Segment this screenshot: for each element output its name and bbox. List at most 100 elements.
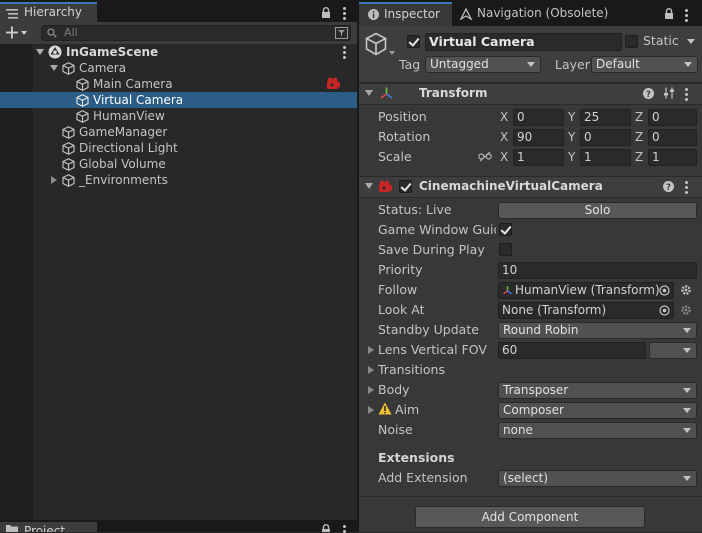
- help-icon[interactable]: ?: [663, 181, 674, 192]
- gameobject-cube-icon: [76, 78, 89, 91]
- scale-x-field[interactable]: 1: [513, 149, 564, 166]
- inspector-tab-label: Inspector: [384, 7, 440, 21]
- scale-z-field[interactable]: 1: [648, 149, 697, 166]
- game-window-guides-checkbox[interactable]: [499, 223, 512, 236]
- help-icon[interactable]: ?: [643, 88, 654, 99]
- fold-right-icon[interactable]: [368, 406, 374, 414]
- axis-z-label: Z: [635, 110, 644, 124]
- hierarchy-item-global-volume[interactable]: Global Volume: [0, 156, 357, 172]
- gameobject-cube-icon: [62, 174, 75, 187]
- fold-down-icon[interactable]: [365, 90, 373, 96]
- fold-down-icon[interactable]: [36, 49, 44, 55]
- create-plus-icon[interactable]: [6, 26, 28, 39]
- chevron-down-icon: [683, 428, 691, 433]
- axis-x-label: X: [500, 110, 509, 124]
- object-picker-icon[interactable]: [659, 285, 670, 296]
- fold-down-icon[interactable]: [365, 183, 373, 189]
- hierarchy-item-virtual-camera[interactable]: Virtual Camera: [0, 92, 357, 108]
- hierarchy-item-main-camera[interactable]: Main Camera: [0, 76, 357, 92]
- solo-button[interactable]: Solo: [498, 202, 697, 219]
- object-picker-icon[interactable]: [659, 305, 670, 316]
- cinemachine-header[interactable]: CinemachineVirtualCamera ?: [359, 176, 702, 198]
- fold-right-icon[interactable]: [368, 366, 374, 374]
- fold-right-icon[interactable]: [51, 176, 57, 184]
- chevron-down-icon: [684, 62, 692, 67]
- priority-field[interactable]: 10: [498, 262, 697, 279]
- svg-text:?: ?: [646, 90, 651, 99]
- hierarchy-item-label: Camera: [79, 61, 127, 75]
- static-dropdown-arrow[interactable]: [687, 39, 695, 44]
- presets-sliders-icon[interactable]: [663, 87, 675, 99]
- active-checkbox[interactable]: [407, 35, 420, 48]
- gear-icon[interactable]: [680, 284, 692, 296]
- status-label: Status: Live: [378, 202, 452, 217]
- body-dropdown[interactable]: Transposer: [498, 382, 697, 399]
- layer-dropdown[interactable]: Default: [591, 56, 698, 73]
- lock-icon[interactable]: [321, 7, 331, 18]
- save-during-play-checkbox[interactable]: [499, 243, 512, 256]
- hierarchy-item-camera[interactable]: Camera: [0, 60, 357, 76]
- hierarchy-item-humanview[interactable]: HumanView: [0, 108, 357, 124]
- gameobject-cube-icon: [62, 158, 75, 171]
- follow-field[interactable]: HumanView (Transform): [498, 282, 674, 299]
- hierarchy-menu-icon[interactable]: [343, 7, 346, 22]
- hierarchy-item-environments[interactable]: _Environments: [0, 172, 357, 188]
- position-y-field[interactable]: 25: [580, 109, 631, 126]
- lock-icon[interactable]: [664, 8, 674, 19]
- add-component-button[interactable]: Add Component: [415, 506, 645, 528]
- tab-project[interactable]: Project: [0, 522, 97, 532]
- tab-hierarchy[interactable]: Hierarchy: [0, 2, 97, 22]
- hierarchy-search-input[interactable]: All: [41, 25, 351, 41]
- scale-y-field[interactable]: 1: [580, 149, 631, 166]
- position-z-field[interactable]: 0: [648, 109, 697, 126]
- axis-z-label: Z: [635, 130, 644, 144]
- fold-right-icon[interactable]: [368, 346, 374, 354]
- link-broken-icon[interactable]: [478, 151, 492, 162]
- inspector-menu-icon[interactable]: [685, 9, 688, 24]
- scene-menu-icon[interactable]: [343, 46, 346, 61]
- position-x-field[interactable]: 0: [513, 109, 564, 126]
- add-extension-dropdown[interactable]: (select): [498, 470, 697, 487]
- section-divider: [359, 496, 702, 497]
- fold-down-icon[interactable]: [50, 65, 58, 71]
- rotation-x-field[interactable]: 90: [513, 129, 564, 146]
- axis-y-label: Y: [568, 150, 576, 164]
- axis-y-label: Y: [568, 130, 576, 144]
- follow-label: Follow: [378, 282, 418, 297]
- scene-name: InGameScene: [66, 45, 159, 59]
- gameobject-cube-icon: [62, 62, 75, 75]
- navigation-tab-label: Navigation (Obsolete): [477, 6, 609, 20]
- component-menu-icon[interactable]: [685, 88, 688, 103]
- object-name-input[interactable]: Virtual Camera: [425, 33, 622, 51]
- component-enabled-checkbox[interactable]: [399, 180, 412, 193]
- fold-right-icon[interactable]: [368, 386, 374, 394]
- lock-icon[interactable]: [321, 524, 331, 532]
- hierarchy-item-gamemanager[interactable]: GameManager: [0, 124, 357, 140]
- aim-dropdown[interactable]: Composer: [498, 402, 697, 419]
- look-at-field[interactable]: None (Transform): [498, 302, 674, 319]
- gear-icon[interactable]: [680, 304, 692, 316]
- hierarchy-item-label: GameManager: [79, 125, 168, 139]
- lens-preset-dropdown[interactable]: [649, 342, 697, 359]
- hierarchy-item-directional-light[interactable]: Directional Light: [0, 140, 357, 156]
- hierarchy-item-label: Directional Light: [79, 141, 178, 155]
- project-tab-bar: Project: [0, 520, 357, 533]
- add-extension-value: (select): [503, 471, 549, 485]
- scene-row[interactable]: InGameScene: [0, 44, 357, 60]
- tab-inspector[interactable]: Inspector: [359, 2, 452, 26]
- rotation-z-field[interactable]: 0: [648, 129, 697, 146]
- add-extension-label: Add Extension: [378, 470, 468, 485]
- extensions-heading: Extensions: [378, 450, 455, 465]
- static-checkbox[interactable]: [625, 35, 638, 48]
- component-menu-icon[interactable]: [685, 181, 688, 196]
- transitions-label[interactable]: Transitions: [378, 361, 445, 379]
- lens-fov-field[interactable]: 60: [498, 342, 646, 359]
- follow-value: HumanView (Transform): [515, 283, 660, 297]
- rotation-y-field[interactable]: 0: [580, 129, 631, 146]
- icon-dropdown-arrow[interactable]: [389, 51, 395, 55]
- tag-dropdown[interactable]: Untagged: [425, 56, 541, 73]
- transform-header[interactable]: Transform ?: [359, 83, 702, 105]
- search-filter-icon[interactable]: [335, 27, 348, 39]
- standby-update-dropdown[interactable]: Round Robin: [498, 322, 697, 339]
- noise-dropdown[interactable]: none: [498, 422, 697, 439]
